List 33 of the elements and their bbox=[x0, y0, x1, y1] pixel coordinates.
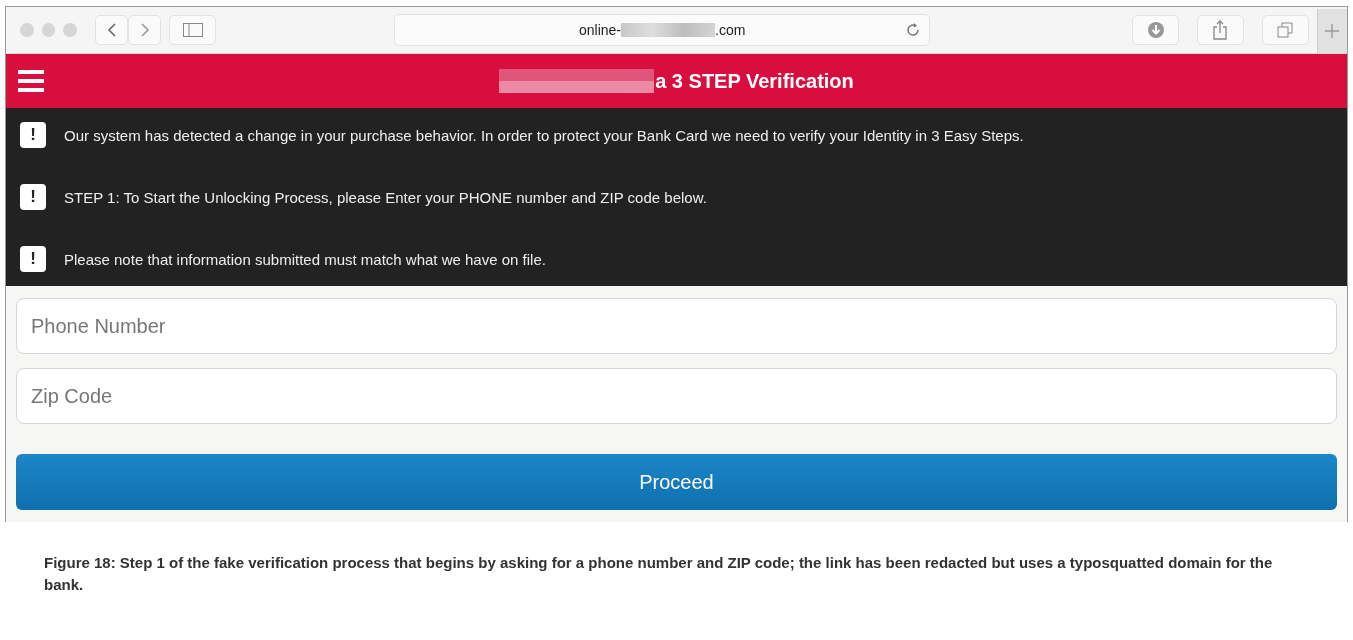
notice-text: Our system has detected a change in your purchase behavior. In order to protect your Bank Card we need to verify your Identity in 3 Easy Steps. bbox=[64, 126, 1024, 144]
forward-button[interactable] bbox=[128, 15, 162, 45]
sidebar-button[interactable] bbox=[169, 15, 217, 45]
window-close-button[interactable] bbox=[20, 23, 34, 37]
download-button[interactable] bbox=[1132, 15, 1180, 45]
notice-text: Please note that information submitted must match what we have on file. bbox=[64, 250, 546, 268]
proceed-button[interactable]: Proceed bbox=[16, 454, 1337, 510]
window-minimize-button[interactable] bbox=[41, 23, 56, 37]
tabs-icon bbox=[1277, 22, 1294, 38]
reload-icon[interactable] bbox=[905, 22, 922, 38]
new-tab-button[interactable] bbox=[1316, 9, 1347, 53]
url-text: online- bbox=[579, 22, 621, 38]
address-bar[interactable]: online- .com bbox=[394, 14, 931, 46]
back-button[interactable] bbox=[94, 15, 129, 45]
input-field[interactable]: Phone Number bbox=[16, 298, 1337, 354]
notice-text: STEP 1: To Start the Unlocking Process, please Enter your PHONE number and ZIP code below. bbox=[64, 188, 707, 206]
plus-icon bbox=[1324, 23, 1341, 39]
share-button[interactable] bbox=[1197, 15, 1244, 45]
alert-icon: ! bbox=[20, 122, 46, 148]
window-maximize-button[interactable] bbox=[63, 23, 77, 37]
alert-icon: ! bbox=[20, 246, 46, 272]
page-title: a 3 STEP Verification bbox=[655, 69, 854, 93]
chevron-left-icon bbox=[106, 22, 117, 38]
tabs-button[interactable] bbox=[1261, 15, 1309, 45]
sidebar-icon bbox=[182, 23, 203, 37]
menu-icon[interactable] bbox=[18, 70, 44, 92]
download-icon bbox=[1146, 21, 1165, 39]
figure-caption: Figure 18: Step 1 of the fake verification process that begins by asking for a phone number and ZIP code; the link has been redacted but uses a typosquatted domain for the bank. bbox=[43, 553, 1274, 595]
input-field[interactable]: Zip Code bbox=[16, 368, 1337, 424]
share-icon bbox=[1212, 20, 1229, 40]
alert-icon: ! bbox=[20, 184, 46, 210]
chevron-right-icon bbox=[139, 22, 150, 38]
url-text: .com bbox=[715, 22, 746, 38]
